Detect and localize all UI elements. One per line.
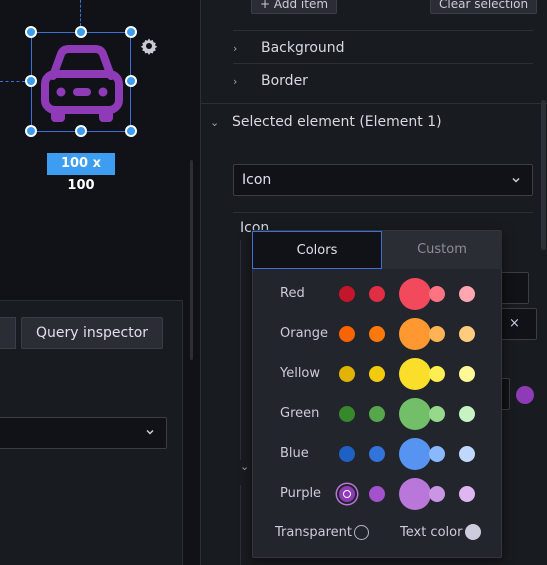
section-background[interactable]: › Background: [233, 38, 345, 58]
color-row-label: Yellow: [280, 366, 321, 381]
color-row-yellow: Yellow: [253, 354, 503, 394]
color-swatch-red-2[interactable]: [369, 286, 385, 302]
color-swatch-green-2[interactable]: [369, 406, 385, 422]
color-swatch-green-1[interactable]: [339, 406, 355, 422]
resize-handle-bottom[interactable]: [75, 125, 87, 137]
color-swatch-yellow-2[interactable]: [369, 366, 385, 382]
color-row-label: Purple: [280, 486, 322, 501]
car-icon[interactable]: [39, 40, 125, 126]
section-label: Background: [261, 40, 345, 56]
color-row-purple: Purple: [253, 474, 503, 514]
color-row-green: Green: [253, 394, 503, 434]
color-swatch-yellow-5[interactable]: [459, 366, 475, 382]
chevron-down-icon[interactable]: ⌄: [240, 460, 249, 473]
color-swatch-purple-2[interactable]: [369, 486, 385, 502]
tab-custom[interactable]: Custom: [382, 231, 502, 269]
color-swatch-green-3[interactable]: [399, 398, 431, 430]
color-swatch-purple-1[interactable]: [339, 486, 355, 502]
resize-handle-left[interactable]: [25, 75, 37, 87]
chevron-down-icon: ⌄: [210, 116, 220, 129]
options-scrollbar[interactable]: [541, 100, 546, 250]
color-swatch-blue-4[interactable]: [429, 446, 445, 462]
query-inspector-button[interactable]: Query inspector: [21, 317, 163, 349]
datasource-select[interactable]: [0, 417, 167, 449]
resize-handle-top-left[interactable]: [25, 26, 37, 38]
chevron-right-icon: ›: [233, 42, 238, 55]
color-row-orange: Orange: [253, 314, 503, 354]
guide-line-horizontal: [0, 81, 25, 82]
divider: [233, 212, 533, 213]
color-picker-popover: Colors Custom Red Orange Yellow Green Blue Pu…: [252, 230, 502, 558]
color-swatch-purple-5[interactable]: [459, 486, 475, 502]
transparent-label: Transparent: [275, 525, 352, 540]
chevron-down-icon: [146, 429, 154, 435]
element-type-value: Icon: [242, 172, 272, 188]
color-row-label: Orange: [280, 326, 329, 341]
pane-splitter[interactable]: [190, 160, 193, 360]
color-swatch-orange-3[interactable]: [399, 318, 431, 350]
text-color-swatch[interactable]: [465, 524, 481, 540]
clear-selection-button[interactable]: Clear selection: [430, 0, 538, 14]
color-swatch-green-5[interactable]: [459, 406, 475, 422]
resize-handle-bottom-left[interactable]: [25, 125, 37, 137]
color-row-label: Red: [280, 286, 305, 301]
panel-canvas: 100 x 100 Query inspector: [0, 0, 200, 565]
color-swatch-green-4[interactable]: [429, 406, 445, 422]
selected-element-title: Selected element (Element 1): [232, 114, 442, 130]
color-swatch-purple-4[interactable]: [429, 486, 445, 502]
color-swatch-yellow-4[interactable]: [429, 366, 445, 382]
color-swatch-orange-4[interactable]: [429, 326, 445, 342]
indent-line: [240, 240, 241, 460]
color-row-label: Green: [280, 406, 320, 421]
chevron-right-icon: ›: [233, 75, 238, 88]
indent-line: [240, 485, 241, 565]
color-swatch-yellow-1[interactable]: [339, 366, 355, 382]
add-item-button[interactable]: + Add item: [251, 0, 338, 14]
color-swatch-orange-2[interactable]: [369, 326, 385, 342]
resize-handle-top-right[interactable]: [125, 26, 137, 38]
color-swatch-orange-1[interactable]: [339, 326, 355, 342]
color-swatch-red-1[interactable]: [339, 286, 355, 302]
query-tab-button[interactable]: [0, 317, 16, 349]
color-swatch-blue-2[interactable]: [369, 446, 385, 462]
resize-handle-right[interactable]: [125, 75, 137, 87]
color-swatch-purple-3[interactable]: [399, 478, 431, 510]
divider: [233, 30, 533, 31]
gear-icon[interactable]: [140, 37, 158, 55]
color-swatch-yellow-3[interactable]: [399, 358, 431, 390]
color-swatch-red-3[interactable]: [399, 278, 431, 310]
color-swatch-blue-3[interactable]: [399, 438, 431, 470]
color-swatch-red-5[interactable]: [459, 286, 475, 302]
element-type-select[interactable]: Icon: [233, 164, 533, 196]
color-swatch-blue-1[interactable]: [339, 446, 355, 462]
color-row-blue: Blue: [253, 434, 503, 474]
color-swatch-red-4[interactable]: [429, 286, 445, 302]
fill-color-swatch[interactable]: [516, 386, 534, 404]
tab-colors[interactable]: Colors: [252, 231, 382, 269]
resize-handle-top[interactable]: [75, 26, 87, 38]
transparent-swatch[interactable]: [354, 525, 369, 540]
divider: [201, 103, 547, 104]
selected-element-header[interactable]: ⌄ Selected element (Element 1): [210, 112, 442, 133]
color-swatch-orange-5[interactable]: [459, 326, 475, 342]
size-badge: 100 x 100: [47, 153, 115, 193]
section-label: Border: [261, 73, 308, 89]
divider: [233, 63, 533, 64]
resize-handle-bottom-right[interactable]: [125, 125, 137, 137]
close-icon[interactable]: ×: [509, 316, 520, 331]
section-border[interactable]: › Border: [233, 71, 308, 91]
selected-indicator: [343, 490, 351, 498]
color-swatch-blue-5[interactable]: [459, 446, 475, 462]
guide-line-vertical: [80, 0, 81, 26]
chevron-down-icon: [512, 177, 520, 183]
color-row-red: Red: [253, 274, 503, 314]
color-row-label: Blue: [280, 446, 309, 461]
text-color-label: Text color: [400, 525, 463, 540]
